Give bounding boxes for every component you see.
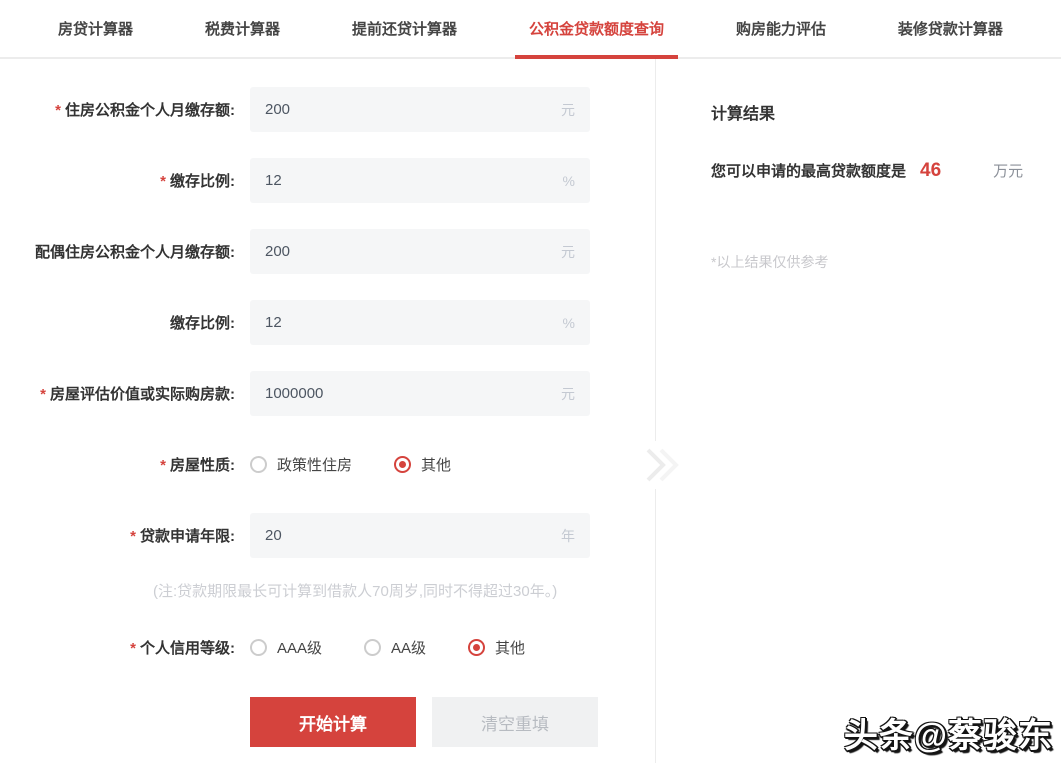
calculate-button[interactable]: 开始计算	[250, 697, 416, 747]
required-asterisk: *	[130, 528, 136, 545]
required-asterisk: *	[130, 640, 136, 657]
tab-buying-ability-assessment[interactable]: 购房能力评估	[736, 0, 826, 57]
credit-rating-label: * 个人信用等级:	[130, 640, 235, 657]
form-row-house-type: * 房屋性质: 政策性住房 其他	[0, 442, 655, 487]
loan-term-note: (注:贷款期限最长可计算到借款人70周岁,同时不得超过30年。)	[153, 583, 558, 600]
tab-mortgage-calculator[interactable]: 房贷计算器	[58, 0, 133, 57]
form-row-deposit-ratio: *缴存比例: %	[0, 158, 655, 203]
content-area: *住房公积金个人月缴存额: 元 *缴存比例: %	[0, 59, 1061, 763]
house-value-input-box: 元	[250, 371, 590, 416]
tab-early-repayment-calculator[interactable]: 提前还贷计算器	[352, 0, 457, 57]
radio-checked-icon[interactable]	[394, 456, 412, 473]
form-row-loan-years: *贷款申请年限: 年	[0, 513, 655, 558]
result-disclaimer: *以上结果仅供参考	[711, 254, 829, 270]
spouse-deposit-ratio-label: 缴存比例:	[170, 315, 235, 332]
monthly-deposit-input[interactable]	[250, 87, 590, 132]
required-asterisk: *	[160, 457, 166, 474]
spouse-monthly-deposit-label: 配偶住房公积金个人月缴存额:	[35, 244, 235, 261]
radio-option-other-housing[interactable]: 其他	[394, 454, 451, 475]
spouse-deposit-ratio-input[interactable]	[250, 300, 590, 345]
monthly-deposit-label: * 住房公积金个人月缴存额:	[55, 102, 235, 119]
tab-tax-calculator[interactable]: 税费计算器	[205, 0, 280, 57]
toutiao-author-watermark: 头条@蔡骏东	[843, 717, 1053, 755]
result-title: 计算结果	[711, 106, 776, 123]
house-type-radio-group: 政策性住房 其他	[250, 454, 451, 475]
reset-button[interactable]: 清空重填	[432, 697, 598, 747]
form-row-spouse-deposit-ratio: 缴存比例: %	[0, 300, 655, 345]
radio-option-aaa[interactable]: AAA级	[250, 637, 322, 658]
unit-yuan: 元	[561, 385, 575, 402]
deposit-ratio-input-box: %	[250, 158, 590, 203]
radio-option-other-credit[interactable]: 其他	[468, 637, 525, 658]
deposit-ratio-input[interactable]	[250, 158, 590, 203]
tab-provident-fund-loan-query[interactable]: 公积金贷款额度查询	[514, 0, 678, 59]
deposit-ratio-label: * 缴存比例:	[160, 173, 235, 190]
loan-years-input[interactable]	[250, 513, 590, 558]
unit-yuan: 元	[561, 101, 575, 118]
loan-form: *住房公积金个人月缴存额: 元 *缴存比例: %	[0, 59, 656, 763]
required-asterisk: *	[55, 102, 61, 119]
unit-percent: %	[562, 314, 575, 331]
max-loan-amount-value: 46	[920, 160, 942, 181]
monthly-deposit-input-box: 元	[250, 87, 590, 132]
tab-renovation-loan-calculator[interactable]: 装修贷款计算器	[898, 0, 1003, 57]
double-chevron-right-icon	[644, 441, 682, 489]
provident-fund-loan-calculator-page: 房贷计算器 税费计算器 提前还贷计算器 公积金贷款额度查询 购房能力评估 装修贷…	[0, 0, 1061, 765]
house-type-label: * 房屋性质:	[160, 457, 235, 474]
spouse-monthly-deposit-input[interactable]	[250, 229, 590, 274]
loan-years-label: * 贷款申请年限:	[130, 528, 235, 545]
unit-percent: %	[562, 172, 575, 189]
form-actions: 开始计算 清空重填	[0, 697, 655, 747]
form-row-monthly-deposit: *住房公积金个人月缴存额: 元	[0, 87, 655, 132]
radio-unchecked-icon[interactable]	[250, 456, 267, 473]
form-row-credit-rating: * 个人信用等级: AAA级 AA级 其他	[0, 625, 655, 670]
credit-rating-radio-group: AAA级 AA级 其他	[250, 637, 525, 658]
radio-option-policy-housing[interactable]: 政策性住房	[250, 454, 352, 475]
radio-option-aa[interactable]: AA级	[364, 637, 426, 658]
form-row-house-value: *房屋评估价值或实际购房款: 元	[0, 371, 655, 416]
spouse-monthly-deposit-input-box: 元	[250, 229, 590, 274]
result-line: 您可以申请的最高贷款额度是 46 万元	[711, 160, 1061, 182]
form-row-spouse-monthly-deposit: 配偶住房公积金个人月缴存额: 元	[0, 229, 655, 274]
required-asterisk: *	[40, 386, 46, 403]
radio-checked-icon[interactable]	[468, 639, 486, 656]
spouse-deposit-ratio-input-box: %	[250, 300, 590, 345]
required-asterisk: *	[160, 173, 166, 190]
calculator-tabbar: 房贷计算器 税费计算器 提前还贷计算器 公积金贷款额度查询 购房能力评估 装修贷…	[0, 0, 1061, 59]
house-value-input[interactable]	[250, 371, 590, 416]
result-label: 您可以申请的最高贷款额度是	[711, 163, 907, 180]
unit-yuan: 元	[561, 243, 575, 260]
house-value-label: * 房屋评估价值或实际购房款:	[40, 386, 235, 403]
unit-wan-yuan: 万元	[993, 163, 1024, 180]
result-panel: 计算结果 您可以申请的最高贷款额度是 46 万元 *以上结果仅供参考	[656, 59, 1061, 763]
loan-years-input-box: 年	[250, 513, 590, 558]
radio-unchecked-icon[interactable]	[250, 639, 267, 656]
unit-year: 年	[561, 527, 575, 544]
radio-unchecked-icon[interactable]	[364, 639, 382, 656]
